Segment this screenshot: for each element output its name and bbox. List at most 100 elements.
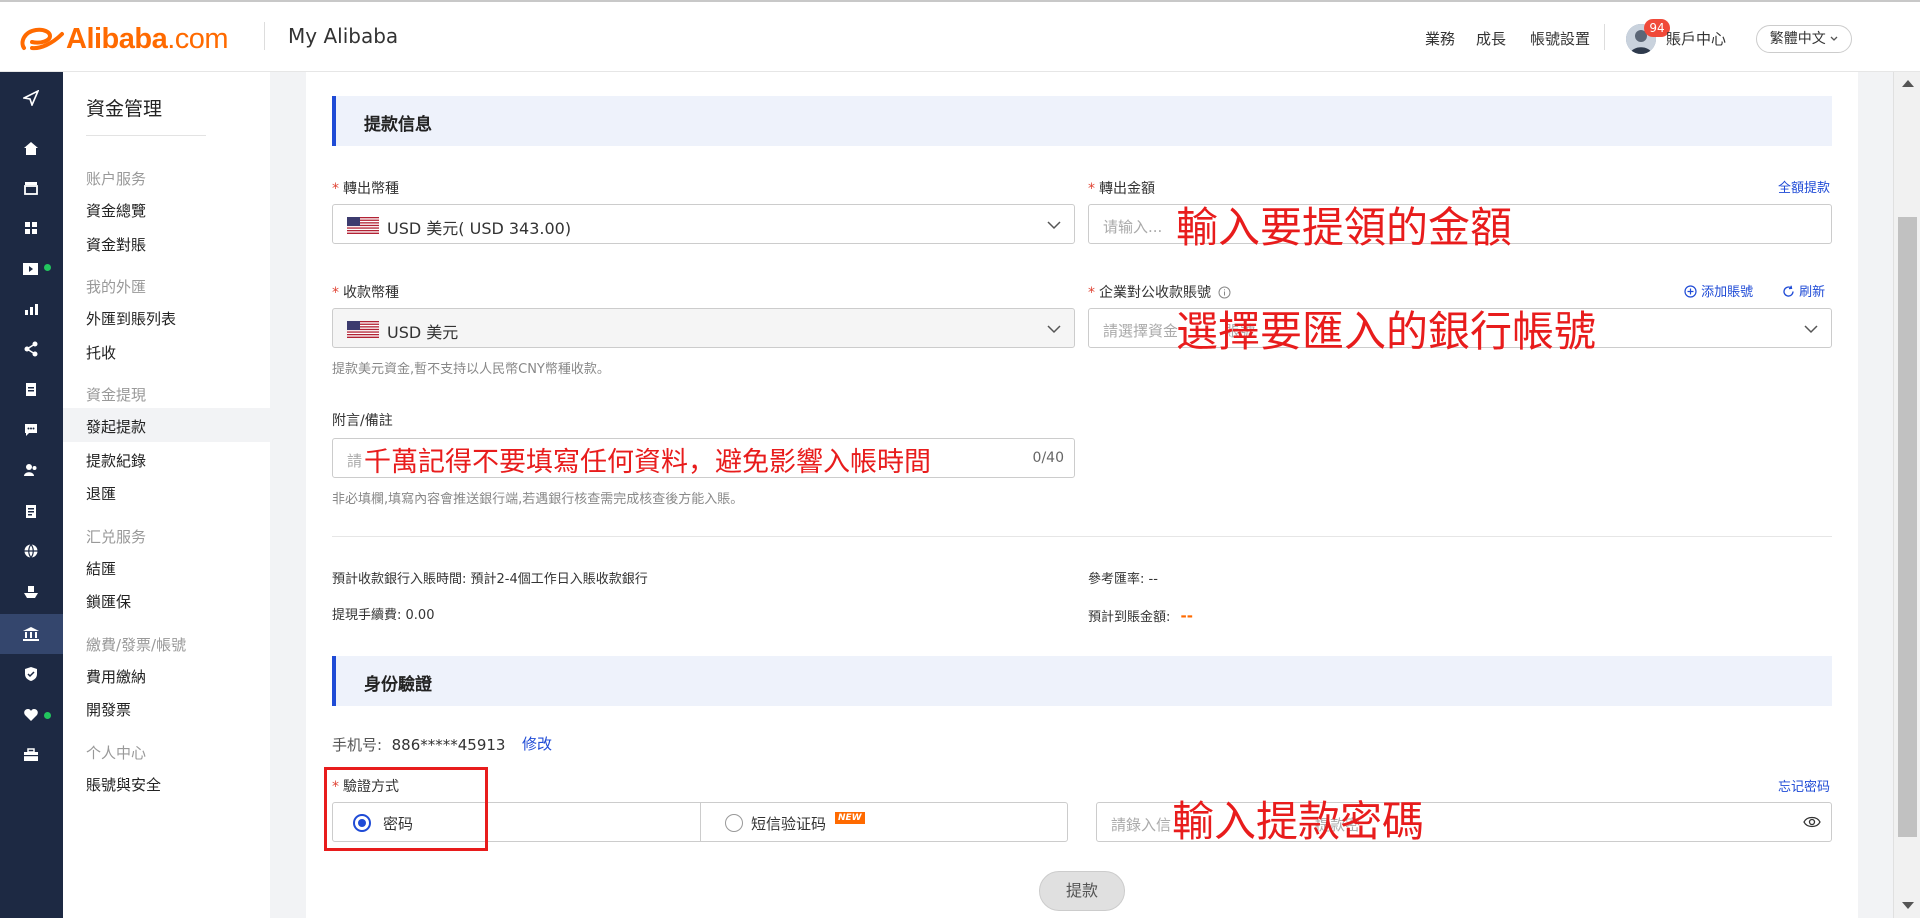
sidebar-item-rate-lock[interactable]: 鎖匯保: [86, 591, 131, 612]
nav-account-settings[interactable]: 帳號設置: [1530, 28, 1590, 49]
section-title: 身份驗證: [364, 675, 432, 695]
amount-placeholder: 请输入...: [1103, 218, 1163, 236]
chevron-down-icon: [1804, 325, 1818, 334]
sidebar-group-account-services: 账户服务: [86, 170, 147, 188]
sidebar-group-billing: 繳費/發票/帳號: [86, 636, 187, 654]
eye-icon[interactable]: [1803, 815, 1821, 829]
sidebar-item-forex-arrivals[interactable]: 外匯到賬列表: [86, 308, 176, 329]
radio-sms-code[interactable]: 短信验证码 NEW: [701, 803, 1067, 841]
users-icon[interactable]: [20, 459, 42, 481]
globe-icon[interactable]: [20, 540, 42, 562]
sidebar-item-funds-overview[interactable]: 資金總覽: [86, 200, 146, 221]
full-withdraw-link[interactable]: 全額提款: [1778, 177, 1830, 196]
exchange-rate-info: 參考匯率: --: [1088, 572, 1158, 587]
bank-icon[interactable]: [20, 623, 42, 645]
chevron-down-icon: [1830, 36, 1838, 41]
page-scrollbar[interactable]: [1893, 72, 1920, 918]
status-dot: [44, 712, 51, 719]
new-tag-badge: NEW: [835, 812, 865, 824]
sidebar-item-invoice[interactable]: 開發票: [86, 699, 131, 720]
sidebar-title-divider: [86, 135, 206, 136]
nav-growth[interactable]: 成長: [1476, 28, 1506, 49]
section-title: 提款信息: [364, 115, 432, 135]
fee-info: 提現手續費: 0.00: [332, 608, 435, 623]
modify-phone-link[interactable]: 修改: [522, 733, 552, 754]
plus-circle-icon: [1684, 285, 1697, 298]
sidebar-item-refund[interactable]: 退匯: [86, 483, 116, 504]
refresh-icon: [1783, 285, 1794, 297]
sub-sidebar: 資金管理 账户服务 資金總覽 資金對賬 我的外匯 外匯到賬列表 托收 資金提現 …: [63, 72, 270, 918]
section-divider: [332, 536, 1832, 537]
scroll-up-arrow-icon[interactable]: [1902, 80, 1914, 87]
sidebar-item-account-security[interactable]: 賬號與安全: [86, 774, 161, 795]
refresh-button[interactable]: 刷新: [1782, 281, 1825, 300]
sidebar-group-personal: 个人中心: [86, 744, 147, 762]
out-currency-value: USD 美元( USD 343.00): [387, 219, 572, 238]
top-header: Alibaba.com My Alibaba 業務 成長 帳號設置 94 賬戶中…: [0, 0, 1920, 72]
sidebar-item-initiate-withdrawal[interactable]: 發起提款: [86, 416, 146, 437]
chart-icon[interactable]: [20, 298, 42, 320]
sidebar-item-settlement[interactable]: 結匯: [86, 558, 116, 579]
apps-icon[interactable]: [20, 217, 42, 239]
store-icon[interactable]: [20, 177, 42, 199]
language-label: 繁體中文: [1769, 31, 1826, 47]
shield-icon[interactable]: [20, 663, 42, 685]
sidebar-item-collection[interactable]: 托收: [86, 342, 116, 363]
account-center-link[interactable]: 賬戶中心: [1666, 28, 1726, 49]
arrival-time-info: 預計收款銀行入賬時間: 預計2-4個工作日入賬收款銀行: [332, 572, 648, 587]
remark-placeholder: 請: [347, 452, 363, 470]
home-icon[interactable]: [20, 137, 42, 159]
sidebar-item-fee-payment[interactable]: 費用繳納: [86, 666, 146, 687]
nav-business[interactable]: 業務: [1425, 28, 1455, 49]
share-icon[interactable]: [20, 338, 42, 360]
alibaba-logo[interactable]: Alibaba.com: [18, 22, 229, 56]
us-flag-icon: [347, 217, 379, 234]
out-amount-label: * 轉出金額: [1088, 181, 1155, 197]
header-divider: [264, 22, 265, 50]
recv-currency-select[interactable]: USD 美元: [332, 308, 1075, 348]
amount-annotation: 輸入要提領的金額: [1176, 203, 1513, 252]
verify-section-header: 身份驗證: [332, 656, 1832, 706]
language-selector[interactable]: 繁體中文: [1756, 25, 1852, 53]
main-panel: 提款信息 * 轉出幣種 USD 美元( USD 343.00) * 轉出金額 全額提…: [306, 72, 1858, 918]
us-flag-icon: [347, 321, 379, 338]
scroll-thumb[interactable]: [1898, 217, 1917, 837]
recv-currency-value: USD 美元: [387, 323, 459, 342]
password-placeholder: 請錄入信: [1111, 816, 1172, 834]
sidebar-item-withdrawal-records[interactable]: 提款紀錄: [86, 450, 146, 471]
forgot-password-link[interactable]: 忘记密码: [1778, 776, 1830, 795]
alibaba-logo-icon: [20, 27, 64, 51]
remark-hint: 非必填欄,填寫內容會推送銀行端,若遇銀行核查需完成核查後方能入賬。: [332, 492, 744, 507]
alibaba-logo-text: Alibaba.com: [66, 22, 229, 55]
page-title: My Alibaba: [288, 24, 399, 48]
withdraw-section-header: 提款信息: [332, 96, 1832, 146]
withdraw-submit-button[interactable]: 提款: [1039, 871, 1125, 911]
video-icon[interactable]: [20, 258, 42, 280]
clipboard-icon[interactable]: [20, 378, 42, 400]
send-icon[interactable]: [20, 87, 42, 109]
add-account-button[interactable]: 添加賬號: [1684, 281, 1753, 300]
heart-icon[interactable]: [20, 704, 42, 726]
phone-info: 手机号: 886*****45913: [332, 736, 506, 754]
sidebar-title: 資金管理: [86, 98, 163, 120]
remark-counter: 0/40: [1032, 450, 1064, 466]
scroll-down-arrow-icon[interactable]: [1902, 902, 1914, 909]
briefcase-icon[interactable]: [20, 744, 42, 766]
document-icon[interactable]: [20, 500, 42, 522]
ship-icon[interactable]: [20, 581, 42, 603]
chat-icon[interactable]: [20, 419, 42, 441]
nav-divider: [1604, 24, 1605, 50]
account-placeholder: 請選擇資金: [1103, 322, 1179, 340]
remark-label: 附言/備註: [332, 413, 393, 429]
icon-rail: [0, 72, 63, 918]
out-currency-select[interactable]: USD 美元( USD 343.00): [332, 204, 1075, 244]
remark-annotation: 千萬記得不要填寫任何資料，避免影響入帳時間: [364, 447, 931, 478]
recv-currency-label: * 收款幣種: [332, 285, 399, 301]
chevron-down-icon: [1047, 221, 1061, 230]
expected-amount-info: 預計到賬金額: --: [1088, 607, 1193, 625]
sidebar-item-funds-reconciliation[interactable]: 資金對賬: [86, 234, 146, 255]
status-dot: [44, 264, 51, 271]
recv-currency-hint: 提款美元資金,暫不支持以人民幣CNY幣種收款。: [332, 362, 610, 377]
sidebar-group-exchange: 汇兑服务: [86, 528, 147, 546]
out-currency-label: * 轉出幣種: [332, 181, 399, 197]
